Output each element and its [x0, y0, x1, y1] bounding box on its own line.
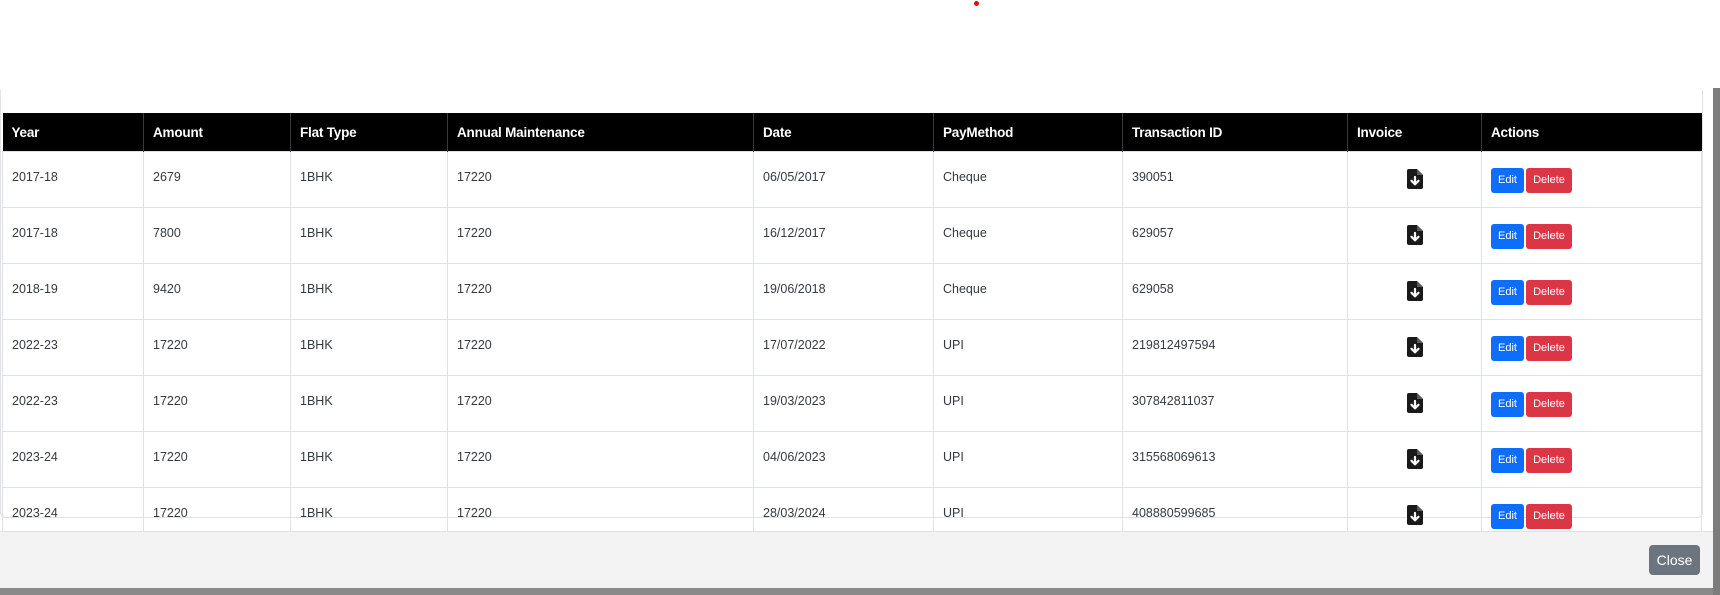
table-row: 2022-23 17220 1BHK 17220 17/07/2022 UPI … [2, 319, 1702, 376]
column-header-year: Year [2, 113, 144, 152]
delete-button[interactable]: Delete [1526, 448, 1572, 473]
column-header-flat-type: Flat Type [290, 113, 448, 152]
cell-transaction-id: 315568069613 [1122, 431, 1348, 488]
cell-invoice [1347, 263, 1482, 320]
cell-year: 2022-23 [2, 319, 144, 376]
cell-amount: 17220 [143, 319, 291, 376]
cell-amount: 2679 [143, 151, 291, 208]
cell-year: 2017-18 [2, 151, 144, 208]
cell-pay-method: Cheque [933, 207, 1123, 264]
table-row: 2022-23 17220 1BHK 17220 19/03/2023 UPI … [2, 375, 1702, 432]
delete-button[interactable]: Delete [1526, 392, 1572, 417]
file-download-icon[interactable] [1406, 505, 1423, 525]
cell-date: 06/05/2017 [753, 151, 934, 208]
column-header-date: Date [753, 113, 934, 152]
table-header-row: Year Amount Flat Type Annual Maintenance… [2, 113, 1702, 152]
cell-annual-maintenance: 17220 [447, 375, 754, 432]
cell-invoice [1347, 431, 1482, 488]
cell-actions: Edit Delete [1481, 375, 1702, 432]
cell-year: 2022-23 [2, 375, 144, 432]
cell-amount: 9420 [143, 263, 291, 320]
cell-pay-method: Cheque [933, 263, 1123, 320]
column-header-annual-maintenance: Annual Maintenance [447, 113, 754, 152]
column-header-invoice: Invoice [1347, 113, 1482, 152]
table-body: 2017-18 2679 1BHK 17220 06/05/2017 Chequ… [2, 151, 1702, 544]
cell-annual-maintenance: 17220 [447, 151, 754, 208]
cell-actions: Edit Delete [1481, 263, 1702, 320]
payments-table: Year Amount Flat Type Annual Maintenance… [2, 113, 1702, 544]
edit-button[interactable]: Edit [1491, 392, 1524, 417]
cell-pay-method: UPI [933, 431, 1123, 488]
cell-date: 19/06/2018 [753, 263, 934, 320]
cell-date: 17/07/2022 [753, 319, 934, 376]
cell-annual-maintenance: 17220 [447, 207, 754, 264]
cell-transaction-id: 629057 [1122, 207, 1348, 264]
cell-actions: Edit Delete [1481, 151, 1702, 208]
red-indicator-dot [974, 1, 979, 6]
page-scrollbar[interactable] [1713, 88, 1720, 595]
edit-button[interactable]: Edit [1491, 448, 1524, 473]
file-download-icon[interactable] [1406, 337, 1423, 357]
file-download-icon[interactable] [1406, 169, 1423, 189]
file-download-icon[interactable] [1406, 393, 1423, 413]
cell-actions: Edit Delete [1481, 431, 1702, 488]
cell-flat-type: 1BHK [290, 431, 448, 488]
cell-year: 2017-18 [2, 207, 144, 264]
cell-pay-method: UPI [933, 319, 1123, 376]
cell-invoice [1347, 207, 1482, 264]
cell-actions: Edit Delete [1481, 207, 1702, 264]
delete-button[interactable]: Delete [1526, 336, 1572, 361]
cell-invoice [1347, 375, 1482, 432]
file-download-icon[interactable] [1406, 225, 1423, 245]
cell-transaction-id: 307842811037 [1122, 375, 1348, 432]
cell-flat-type: 1BHK [290, 207, 448, 264]
cell-amount: 7800 [143, 207, 291, 264]
cell-year: 2018-19 [2, 263, 144, 320]
delete-button[interactable]: Delete [1526, 504, 1572, 529]
page-bottom-border [0, 588, 1713, 595]
cell-transaction-id: 390051 [1122, 151, 1348, 208]
cell-transaction-id: 629058 [1122, 263, 1348, 320]
cell-year: 2023-24 [2, 431, 144, 488]
cell-date: 16/12/2017 [753, 207, 934, 264]
cell-date: 19/03/2023 [753, 375, 934, 432]
table-row: 2018-19 9420 1BHK 17220 19/06/2018 Chequ… [2, 263, 1702, 320]
cell-flat-type: 1BHK [290, 151, 448, 208]
edit-button[interactable]: Edit [1491, 336, 1524, 361]
cell-flat-type: 1BHK [290, 319, 448, 376]
modal-footer [0, 531, 1713, 589]
cell-annual-maintenance: 17220 [447, 431, 754, 488]
delete-button[interactable]: Delete [1526, 168, 1572, 193]
cell-annual-maintenance: 17220 [447, 263, 754, 320]
cell-pay-method: Cheque [933, 151, 1123, 208]
column-header-transaction-id: Transaction ID [1122, 113, 1348, 152]
table-row: 2017-18 7800 1BHK 17220 16/12/2017 Chequ… [2, 207, 1702, 264]
cell-transaction-id: 219812497594 [1122, 319, 1348, 376]
delete-button[interactable]: Delete [1526, 224, 1572, 249]
edit-button[interactable]: Edit [1491, 280, 1524, 305]
edit-button[interactable]: Edit [1491, 168, 1524, 193]
cell-amount: 17220 [143, 431, 291, 488]
file-download-icon[interactable] [1406, 449, 1423, 469]
cell-invoice [1347, 319, 1482, 376]
edit-button[interactable]: Edit [1491, 224, 1524, 249]
delete-button[interactable]: Delete [1526, 280, 1572, 305]
column-header-amount: Amount [143, 113, 291, 152]
edit-button[interactable]: Edit [1491, 504, 1524, 529]
cell-date: 04/06/2023 [753, 431, 934, 488]
column-header-pay-method: PayMethod [933, 113, 1123, 152]
cell-flat-type: 1BHK [290, 375, 448, 432]
cell-actions: Edit Delete [1481, 319, 1702, 376]
cell-invoice [1347, 151, 1482, 208]
cell-annual-maintenance: 17220 [447, 319, 754, 376]
table-row: 2023-24 17220 1BHK 17220 04/06/2023 UPI … [2, 431, 1702, 488]
table-row: 2017-18 2679 1BHK 17220 06/05/2017 Chequ… [2, 151, 1702, 208]
column-header-actions: Actions [1481, 113, 1702, 152]
close-button[interactable]: Close [1649, 545, 1700, 575]
cell-amount: 17220 [143, 375, 291, 432]
file-download-icon[interactable] [1406, 281, 1423, 301]
cell-flat-type: 1BHK [290, 263, 448, 320]
cell-pay-method: UPI [933, 375, 1123, 432]
